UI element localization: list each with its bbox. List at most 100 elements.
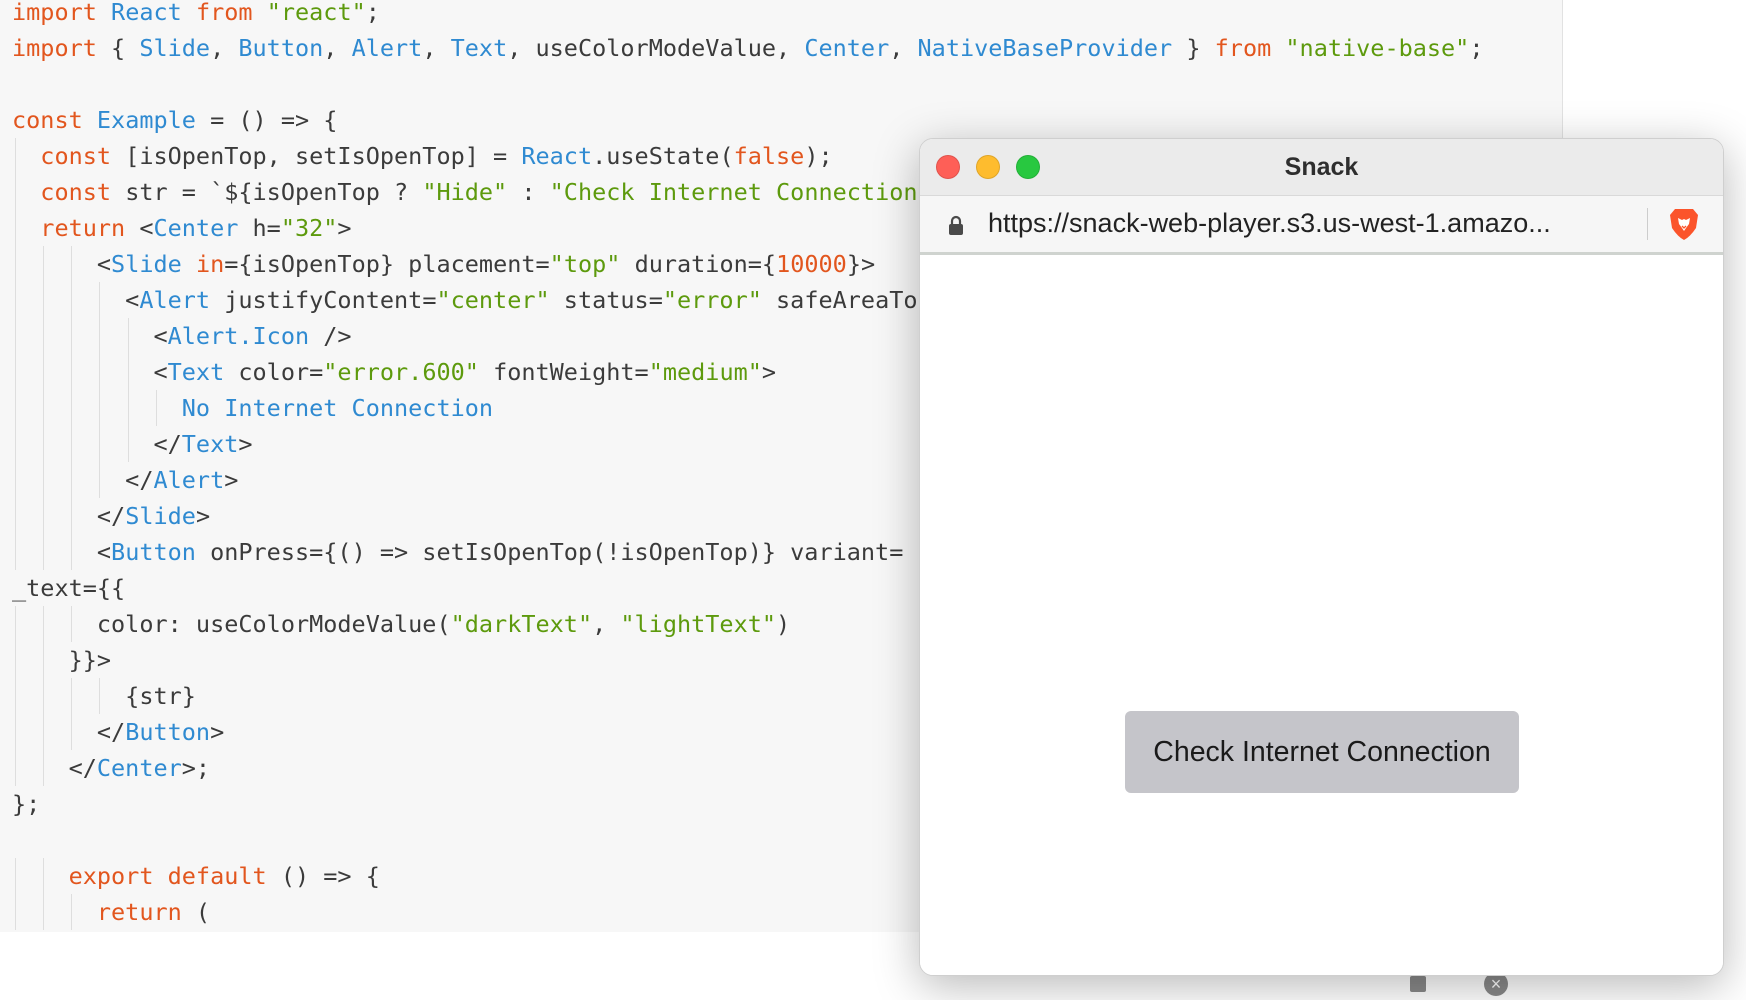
- code-token: <: [12, 538, 112, 566]
- code-line-text: </Center>;: [12, 750, 211, 786]
- lock-icon: [949, 215, 963, 235]
- code-token: h=: [238, 214, 281, 242]
- code-token: import: [12, 34, 97, 62]
- code-token: status=: [549, 286, 663, 314]
- code-line-text: }}>: [12, 642, 111, 678]
- code-token: Button: [111, 538, 196, 566]
- code-token: Alert: [139, 286, 211, 314]
- code-token: No Internet Connection: [181, 394, 494, 422]
- code-token: "darkText": [450, 610, 593, 638]
- code-token: ;: [1469, 34, 1484, 62]
- code-line-text: return (: [12, 894, 210, 930]
- check-internet-connection-button[interactable]: Check Internet Connection: [1125, 711, 1519, 793]
- window-titlebar[interactable]: Snack: [920, 139, 1723, 196]
- code-line-text: color: useColorModeValue("darkText", "li…: [12, 606, 790, 642]
- code-token: "32": [280, 214, 338, 242]
- code-token: Example: [96, 106, 196, 134]
- code-token: ,: [592, 610, 621, 638]
- code-token: const: [40, 178, 112, 206]
- code-token: duration={: [620, 250, 777, 278]
- code-token: ): [776, 610, 791, 638]
- code-token: Slide: [125, 502, 196, 530]
- code-line-text: </Slide>: [12, 498, 210, 534]
- code-token: Text: [167, 358, 225, 386]
- code-token: default: [167, 862, 267, 890]
- code-token: return: [96, 898, 182, 926]
- code-token: }}>: [12, 646, 112, 674]
- code-token: >: [238, 430, 253, 458]
- code-token: "error.600": [323, 358, 479, 386]
- code-line-text: export default () => {: [12, 858, 380, 894]
- code-token: <: [125, 214, 154, 242]
- code-line-text: </Button>: [12, 714, 224, 750]
- code-line-text: <Alert.Icon />: [12, 318, 351, 354]
- code-token: Center: [153, 214, 239, 242]
- code-token: "center": [436, 286, 550, 314]
- address-bar[interactable]: https://snack-web-player.s3.us-west-1.am…: [920, 196, 1723, 255]
- code-line-text: <Button onPress={() => setIsOpenTop(!isO…: [12, 534, 903, 570]
- code-token: const: [40, 142, 112, 170]
- code-token: </: [12, 754, 97, 782]
- code-token: onPress={() => setIsOpenTop(!isOpenTop)}…: [195, 538, 904, 566]
- code-token: }: [1172, 34, 1215, 62]
- code-token: Text: [181, 430, 239, 458]
- code-token: </: [12, 430, 182, 458]
- code-token: <: [12, 358, 168, 386]
- code-line-text: </Alert>: [12, 462, 238, 498]
- code-token: false: [733, 142, 805, 170]
- code-token: };: [12, 790, 41, 818]
- code-token: from: [1214, 34, 1272, 62]
- code-token: safeAreaTop: [761, 286, 932, 314]
- snack-preview-window: Snack https://snack-web-player.s3.us-wes…: [919, 138, 1724, 976]
- code-token: "Check Internet Connection": [549, 178, 932, 206]
- code-token: >;: [181, 754, 211, 782]
- window-title: Snack: [1284, 153, 1359, 181]
- code-token: Text: [450, 34, 508, 62]
- code-token: ,: [889, 34, 918, 62]
- code-token: _text={{: [12, 574, 126, 602]
- code-token: ,: [323, 34, 352, 62]
- code-token: Alert: [153, 466, 225, 494]
- code-token: Alert.Icon: [167, 322, 310, 350]
- code-token: color: useColorModeValue(: [12, 610, 451, 638]
- code-token: }>: [846, 250, 876, 278]
- code-token: <: [12, 286, 140, 314]
- brave-lion-icon[interactable]: [1668, 206, 1700, 242]
- code-token: >: [224, 466, 239, 494]
- code-token: justifyContent=: [210, 286, 437, 314]
- code-token: </: [12, 718, 126, 746]
- code-token: ,: [210, 34, 239, 62]
- code-token: {: [96, 34, 140, 62]
- code-token: return: [40, 214, 126, 242]
- code-token: >: [210, 718, 225, 746]
- code-token: .useState(: [592, 142, 734, 170]
- code-line-text: <Alert justifyContent="center" status="e…: [12, 282, 932, 318]
- code-token: NativeBaseProvider: [917, 34, 1173, 62]
- code-line-text: No Internet Connection: [12, 390, 493, 426]
- code-token: const: [12, 106, 83, 134]
- code-token: "lightText": [620, 610, 777, 638]
- code-token: color=: [224, 358, 324, 386]
- code-line-text: {str}: [12, 678, 196, 714]
- code-token: in: [195, 250, 225, 278]
- code-token: :: [507, 178, 550, 206]
- code-token: str = `${isOpenTop ?: [111, 178, 423, 206]
- code-token: () => {: [266, 862, 380, 890]
- stop-icon[interactable]: [1410, 976, 1426, 992]
- code-token: "native-base": [1285, 34, 1470, 62]
- address-bar-divider: [1647, 208, 1648, 240]
- code-token: );: [804, 142, 833, 170]
- url-text[interactable]: https://snack-web-player.s3.us-west-1.am…: [988, 208, 1648, 239]
- code-token: "medium": [648, 358, 762, 386]
- code-token: <: [12, 322, 168, 350]
